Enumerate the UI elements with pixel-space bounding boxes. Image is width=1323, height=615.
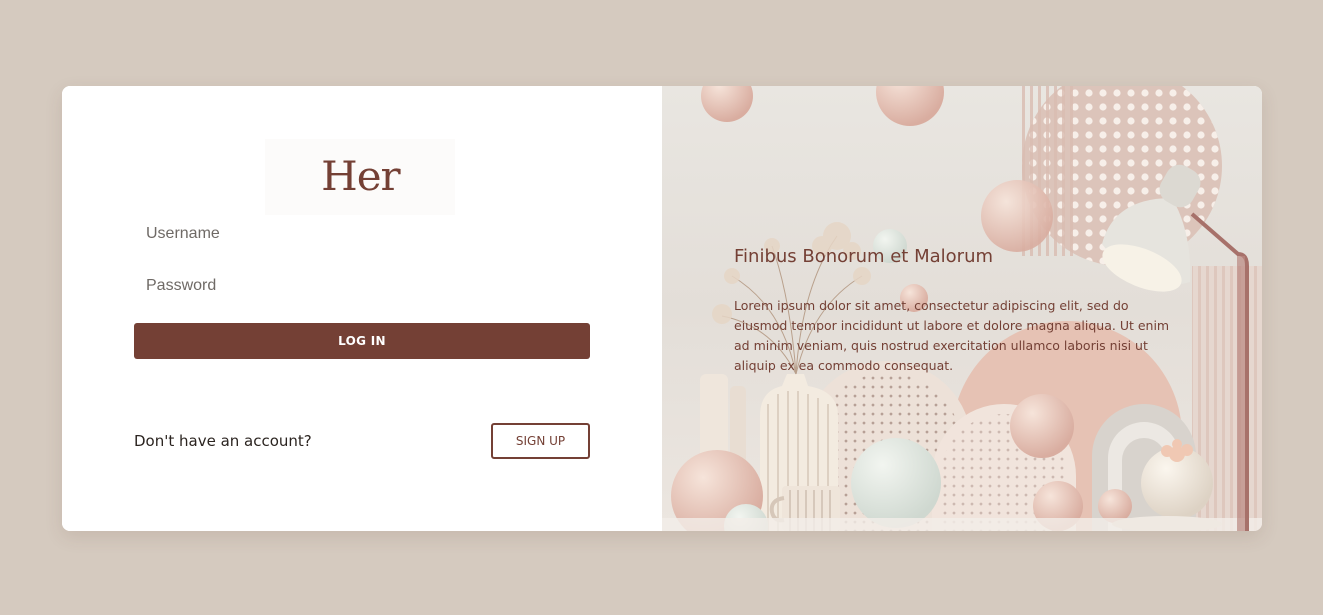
signup-row: Don't have an account? SIGN UP	[134, 423, 590, 459]
login-panel: Her LOG IN Don't have an account? SIGN U…	[62, 86, 662, 531]
brand-logo: Her	[265, 139, 455, 215]
login-button[interactable]: LOG IN	[134, 323, 590, 359]
hero-panel: Finibus Bonorum et Malorum Lorem ipsum d…	[662, 86, 1262, 531]
login-card: Her LOG IN Don't have an account? SIGN U…	[62, 86, 1262, 531]
password-input[interactable]	[134, 266, 590, 306]
signup-button[interactable]: SIGN UP	[491, 423, 590, 459]
signup-prompt: Don't have an account?	[134, 432, 312, 450]
logo-text: Her	[320, 154, 400, 200]
username-input[interactable]	[134, 214, 590, 254]
hero-title: Finibus Bonorum et Malorum	[734, 246, 994, 267]
hero-description: Lorem ipsum dolor sit amet, consectetur …	[734, 298, 1170, 373]
